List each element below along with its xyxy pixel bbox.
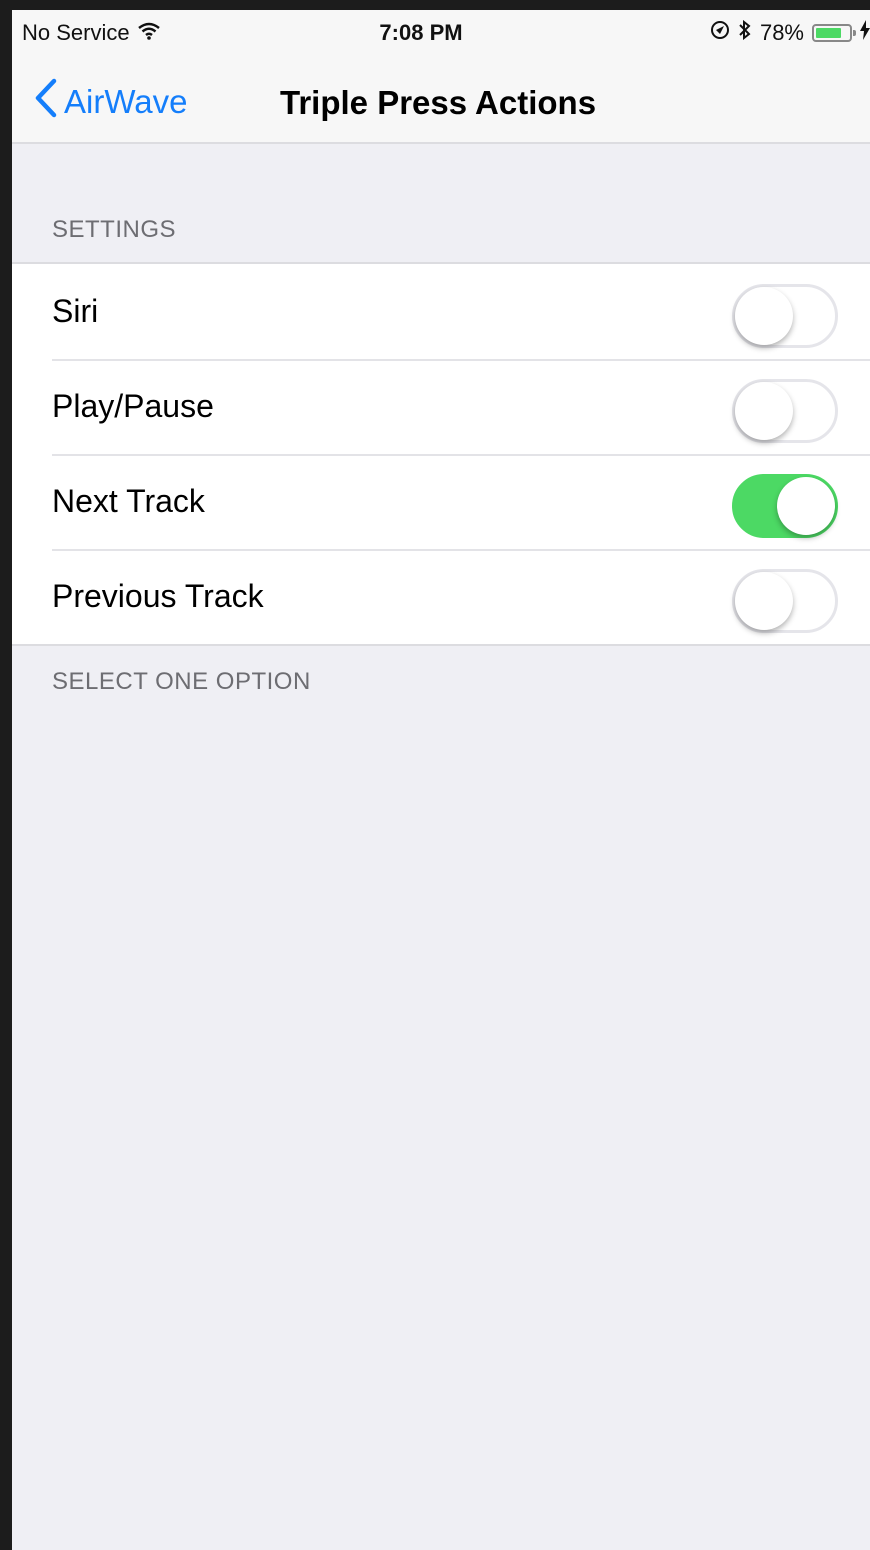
page-title: Triple Press Actions — [280, 84, 597, 121]
siri-toggle[interactable] — [732, 284, 838, 348]
battery-icon — [812, 24, 856, 42]
navigation-bar: AirWave Triple Press Actions — [12, 56, 870, 144]
setting-row-play-pause: Play/Pause — [12, 359, 870, 454]
setting-row-next-track: Next Track — [12, 454, 870, 549]
bluetooth-icon — [738, 19, 752, 46]
play-pause-toggle[interactable] — [732, 379, 838, 443]
status-bar: No Service 7:08 PM 78% — [12, 10, 870, 56]
toggle-knob — [777, 477, 835, 535]
toggle-knob — [735, 287, 793, 345]
settings-section-header: SETTINGS — [52, 216, 177, 243]
location-icon — [710, 20, 730, 46]
toggle-knob — [735, 572, 793, 630]
settings-section-footer: SELECT ONE OPTION — [52, 668, 311, 695]
back-button-label: AirWave — [64, 83, 188, 120]
phone-screen: No Service 7:08 PM 78% AirWave Triple Pr… — [0, 0, 870, 1550]
previous-track-toggle[interactable] — [732, 569, 838, 633]
setting-label: Next Track — [52, 483, 205, 519]
setting-label: Previous Track — [52, 578, 264, 614]
chevron-left-icon — [34, 78, 58, 126]
back-button[interactable]: AirWave — [34, 78, 187, 126]
setting-row-siri: Siri — [12, 264, 870, 359]
battery-percent: 78% — [759, 20, 804, 45]
charging-icon — [860, 20, 870, 46]
status-right: 78% — [710, 19, 870, 46]
toggle-knob — [735, 382, 793, 440]
settings-list: Siri Play/Pause Next Track Previous Trac… — [12, 262, 870, 646]
setting-row-previous-track: Previous Track — [12, 549, 870, 644]
battery-fill — [816, 28, 841, 38]
setting-label: Play/Pause — [52, 388, 214, 424]
next-track-toggle[interactable] — [732, 474, 838, 538]
setting-label: Siri — [52, 293, 99, 329]
